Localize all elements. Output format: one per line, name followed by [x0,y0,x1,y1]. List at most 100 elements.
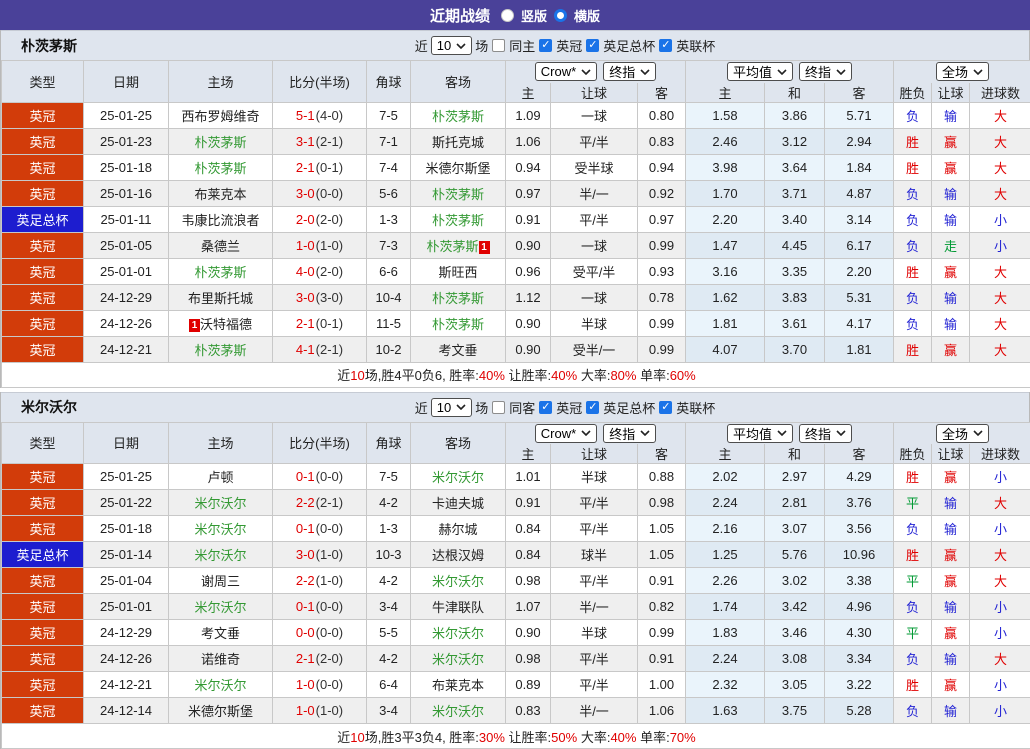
vertical-layout-label[interactable]: 竖版 [521,6,547,25]
crow-away-odds: 0.91 [638,568,686,594]
halftime-score: (1-0) [316,573,343,588]
avg-draw-odds: 3.46 [765,620,825,646]
result-goals: 大 [970,336,1030,362]
league-label-championship[interactable]: 英冠 [556,398,582,417]
crow-away-odds: 0.82 [638,594,686,620]
league-label-facup[interactable]: 英足总杯 [603,398,655,417]
average-stage-select[interactable]: 终指 [799,62,852,81]
fulltime-score: 3-0 [296,290,315,305]
result-winlose: 胜 [894,154,932,180]
summary-text: 60% [670,368,696,383]
score-cell: 2-2(1-0) [273,568,367,594]
vertical-layout-radio[interactable] [501,9,514,22]
chevron-down-icon [777,69,787,75]
summary-text: 让胜率: [505,368,551,383]
page-title: 近期战绩 [430,5,490,26]
match-date: 24-12-21 [84,672,169,698]
odds-stage-select-value: 终指 [609,424,635,443]
red-card-badge: 1 [479,241,490,254]
horizontal-layout-radio[interactable] [554,9,567,22]
match-count-select[interactable]: 10 [431,36,472,55]
crow-home-odds: 0.90 [506,620,551,646]
home-team-name: 米德尔斯堡 [188,704,253,719]
score-cell: 2-1(0-1) [273,310,367,336]
match-row: 英冠 25-01-25 卢顿 0-1(0-0) 7-5 米尔沃尔 1.01 半球… [2,464,1030,490]
league-label-eflcup[interactable]: 英联杯 [676,36,715,55]
away-team-name: 牛津联队 [432,600,484,615]
fulltime-score: 0-0 [296,625,315,640]
league-label-eflcup[interactable]: 英联杯 [676,398,715,417]
away-team-cell: 考文垂 [411,336,506,362]
match-row: 英冠 24-12-14 米德尔斯堡 1-0(1-0) 3-4 米尔沃尔 0.83… [2,698,1030,724]
avg-home-odds: 4.07 [686,336,765,362]
fulltime-score: 0-1 [296,469,315,484]
bookmaker-select[interactable]: Crow* [535,62,597,81]
league-label-facup[interactable]: 英足总杯 [603,36,655,55]
handicap-line: 半/一 [551,180,638,206]
league-label-championship[interactable]: 英冠 [556,36,582,55]
col-header-home: 主场 [169,422,273,464]
result-winlose: 负 [894,646,932,672]
match-count-select[interactable]: 10 [431,398,472,417]
horizontal-layout-label[interactable]: 横版 [574,6,600,25]
odds-stage-select[interactable]: 终指 [603,62,656,81]
average-select[interactable]: 平均值 [727,62,793,81]
match-row: 英冠 24-12-21 朴茨茅斯 4-1(2-1) 10-2 考文垂 0.90 … [2,336,1030,362]
record-summary: 近10场,胜4平0负6, 胜率:40% 让胜率:40% 大率:80% 单率:60… [2,362,1030,387]
same-venue-label[interactable]: 同主 [509,36,535,55]
games-label: 场 [475,36,488,55]
avg-away-odds: 3.34 [825,646,894,672]
avg-away-odds: 5.28 [825,698,894,724]
halftime-score: (4-0) [316,108,343,123]
corner-count: 7-5 [367,102,411,128]
same-venue-checkbox[interactable] [492,39,505,52]
fulltime-score: 4-1 [296,342,315,357]
league-checkbox-championship[interactable] [539,39,552,52]
avg-away-odds: 5.31 [825,284,894,310]
avg-draw-odds: 3.61 [765,310,825,336]
league-checkbox-championship[interactable] [539,401,552,414]
summary-text: 40% [479,368,505,383]
league-checkbox-facup[interactable] [586,39,599,52]
avg-home-odds: 3.98 [686,154,765,180]
avg-home-odds: 2.20 [686,206,765,232]
same-venue-label[interactable]: 同客 [509,398,535,417]
score-cell: 1-0(1-0) [273,232,367,258]
games-label: 场 [475,398,488,417]
period-select[interactable]: 全场 [936,424,989,443]
period-select[interactable]: 全场 [936,62,989,81]
odds-stage-select[interactable]: 终指 [603,424,656,443]
result-handicap: 赢 [932,568,970,594]
avg-home-odds: 3.16 [686,258,765,284]
team-filter-bar: 朴茨茅斯 近 10 场 同主 英冠 英足总杯 英联杯 [1,30,1029,60]
crow-home-odds: 0.84 [506,516,551,542]
same-venue-checkbox[interactable] [492,401,505,414]
match-row: 英冠 24-12-26 诺维奇 2-1(2-0) 4-2 米尔沃尔 0.98 平… [2,646,1030,672]
bookmaker-select[interactable]: Crow* [535,424,597,443]
summary-text: 大率: [577,368,610,383]
score-cell: 3-0(0-0) [273,180,367,206]
avg-draw-odds: 3.35 [765,258,825,284]
result-handicap: 赢 [932,672,970,698]
away-team-name: 赫尔城 [438,522,477,537]
corner-count: 7-4 [367,154,411,180]
league-checkbox-eflcup[interactable] [659,401,672,414]
col-header-avg-draw: 和 [765,444,825,464]
chevron-down-icon [973,430,983,436]
average-stage-select[interactable]: 终指 [799,424,852,443]
crow-away-odds: 0.83 [638,128,686,154]
team-section-portsmouth: 朴茨茅斯 近 10 场 同主 英冠 英足总杯 英联杯 类型 日期 主场 [0,30,1030,388]
league-checkbox-facup[interactable] [586,401,599,414]
result-handicap: 赢 [932,128,970,154]
average-select[interactable]: 平均值 [727,424,793,443]
result-winlose: 负 [894,594,932,620]
col-header-crow-home: 主 [506,444,551,464]
near-label: 近 [415,36,428,55]
result-goals: 大 [970,258,1030,284]
corner-count: 3-4 [367,698,411,724]
result-winlose: 平 [894,568,932,594]
result-goals: 小 [970,594,1030,620]
league-checkbox-eflcup[interactable] [659,39,672,52]
away-team-cell: 朴茨茅斯1 [411,232,506,258]
result-goals: 大 [970,542,1030,568]
